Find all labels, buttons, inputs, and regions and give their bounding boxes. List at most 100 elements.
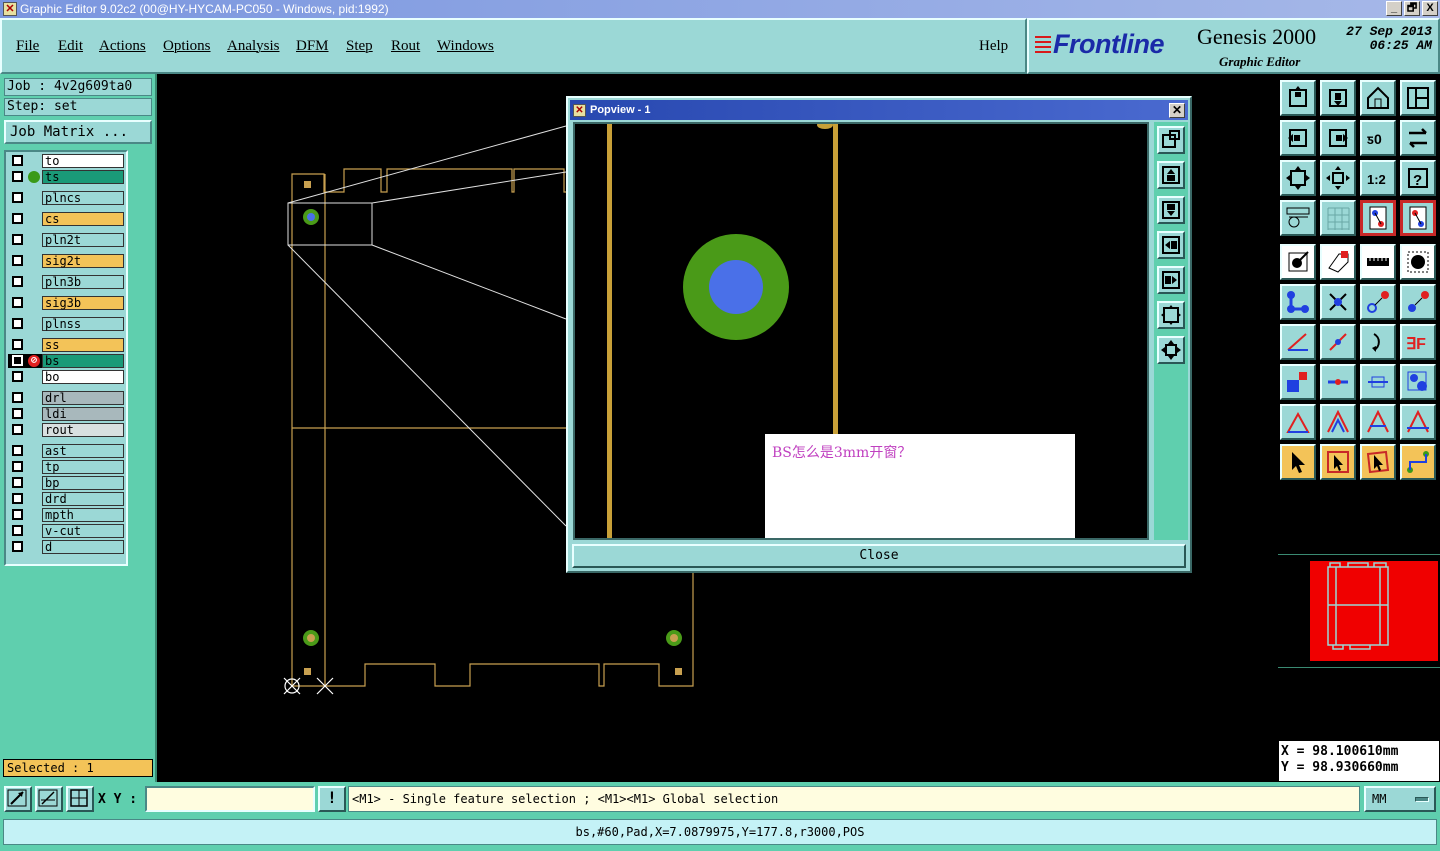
route-c-icon[interactable] — [1360, 404, 1396, 440]
restore-button[interactable]: 🗗 — [1404, 1, 1420, 16]
layer-name[interactable]: drd — [42, 492, 124, 506]
measure-mode-icon[interactable] — [35, 786, 63, 812]
layer-checkbox[interactable] — [12, 192, 23, 203]
layer-name[interactable]: ss — [42, 338, 124, 352]
layer-name[interactable]: rout — [42, 423, 124, 437]
layer-checkbox[interactable] — [12, 297, 23, 308]
home-icon[interactable] — [1360, 80, 1396, 116]
pad-edit-icon[interactable] — [1280, 364, 1316, 400]
add-pad-icon[interactable] — [1280, 244, 1316, 280]
one-to-two-icon[interactable]: 1:2 — [1360, 160, 1396, 196]
layer-row-v-cut[interactable]: v-cut — [8, 524, 124, 538]
layer-checkbox[interactable] — [12, 461, 23, 472]
select-net-icon[interactable] — [1400, 444, 1436, 480]
layer-list-scrollbar[interactable] — [128, 150, 152, 566]
connect-icon[interactable] — [1280, 284, 1316, 320]
popview-pan-right-icon[interactable] — [1157, 266, 1185, 294]
layer-row-mpth[interactable]: mpth — [8, 508, 124, 522]
layer-checkbox[interactable] — [12, 339, 23, 350]
layer-checkbox[interactable] — [12, 392, 23, 403]
layer-row-ts[interactable]: ts — [8, 170, 124, 184]
display-icon[interactable] — [1360, 200, 1396, 236]
layer-row-pln3b[interactable]: pln3b — [8, 275, 124, 289]
layer-name[interactable]: sig3b — [42, 296, 124, 310]
menu-analysis[interactable]: Analysis — [227, 38, 280, 55]
help-icon[interactable]: ? — [1400, 160, 1436, 196]
flip-icon[interactable]: ƽ0 — [1360, 120, 1396, 156]
layer-row-ss[interactable]: ss — [8, 338, 124, 352]
layer-name[interactable]: pln3b — [42, 275, 124, 289]
clipboard-icon[interactable] — [1280, 200, 1316, 236]
layer-name[interactable]: ldi — [42, 407, 124, 421]
layer-name[interactable]: cs — [42, 212, 124, 226]
popview-zoom-home-icon[interactable] — [1157, 301, 1185, 329]
popview-zoom-window-icon[interactable] — [1157, 126, 1185, 154]
cross-icon[interactable] — [1320, 284, 1356, 320]
menu-dfm[interactable]: DFM — [296, 38, 329, 55]
layer-checkbox[interactable] — [12, 541, 23, 552]
menu-step[interactable]: Step — [346, 38, 373, 55]
layer-name[interactable]: sig2t — [42, 254, 124, 268]
popview-pan-down-icon[interactable] — [1157, 196, 1185, 224]
layer-checkbox[interactable] — [12, 234, 23, 245]
split-view-icon[interactable] — [1400, 80, 1436, 116]
layer-name[interactable]: pln2t — [42, 233, 124, 247]
display-alt-icon[interactable] — [1400, 200, 1436, 236]
layer-checkbox[interactable] — [12, 525, 23, 536]
arc-icon[interactable] — [1360, 324, 1396, 360]
layer-name[interactable]: bs — [42, 354, 124, 368]
redo-icon[interactable] — [1320, 120, 1356, 156]
layer-checkbox[interactable] — [12, 255, 23, 266]
units-select[interactable]: MM — [1364, 786, 1436, 812]
layer-name[interactable]: plnss — [42, 317, 124, 331]
layer-row-tp[interactable]: tp — [8, 460, 124, 474]
layer-checkbox[interactable] — [12, 171, 23, 182]
menu-windows[interactable]: Windows — [437, 38, 494, 55]
pad-round-icon[interactable] — [1400, 244, 1436, 280]
layer-checkbox[interactable] — [12, 155, 23, 166]
layer-checkbox[interactable] — [12, 424, 23, 435]
layer-row-bp[interactable]: bp — [8, 476, 124, 490]
line-angle-icon[interactable] — [1280, 324, 1316, 360]
layer-row-d[interactable]: d — [8, 540, 124, 554]
select-box-icon[interactable] — [1320, 444, 1356, 480]
layer-checkbox[interactable] — [12, 276, 23, 287]
menu-rout[interactable]: Rout — [391, 38, 420, 55]
layer-name[interactable]: bo — [42, 370, 124, 384]
route-b-icon[interactable] — [1320, 404, 1356, 440]
layer-row-ast[interactable]: ast — [8, 444, 124, 458]
layer-checkbox[interactable] — [12, 477, 23, 488]
popview-title-bar[interactable]: ✕ Popview - 1 ✕ — [570, 100, 1188, 120]
layer-checkbox[interactable] — [12, 445, 23, 456]
layer-checkbox[interactable] — [12, 318, 23, 329]
overview-thumbnail[interactable] — [1278, 554, 1440, 668]
layer-name[interactable]: tp — [42, 460, 124, 474]
layer-name[interactable]: ts — [42, 170, 124, 184]
layer-row-sig2t[interactable]: sig2t — [8, 254, 124, 268]
layer-row-to[interactable]: to — [8, 154, 124, 168]
popview-canvas[interactable]: BS怎么是3mm开窗？ — [573, 122, 1149, 540]
layer-name[interactable]: d — [42, 540, 124, 554]
menu-file[interactable]: File — [16, 38, 39, 55]
zoom-fit-icon[interactable] — [1280, 160, 1316, 196]
route-d-icon[interactable] — [1400, 404, 1436, 440]
layer-row-ldi[interactable]: ldi — [8, 407, 124, 421]
grid-mode-icon[interactable] — [66, 786, 94, 812]
minimize-button[interactable]: _ — [1386, 1, 1402, 16]
mirror-icon[interactable] — [1360, 364, 1396, 400]
layer-checkbox[interactable] — [12, 493, 23, 504]
select-poly-icon[interactable] — [1360, 444, 1396, 480]
layer-row-drl[interactable]: drl — [8, 391, 124, 405]
zoom-center-icon[interactable] — [1320, 160, 1356, 196]
layer-row-bo[interactable]: bo — [8, 370, 124, 384]
layer-row-pln2t[interactable]: pln2t — [8, 233, 124, 247]
swap-icon[interactable] — [1400, 120, 1436, 156]
menu-options[interactable]: Options — [163, 38, 211, 55]
job-matrix-button[interactable]: Job Matrix ... — [4, 120, 152, 144]
popview-pan-left-icon[interactable] — [1157, 231, 1185, 259]
save-icon[interactable] — [1320, 80, 1356, 116]
select-icon[interactable] — [1280, 444, 1316, 480]
grid-icon[interactable] — [1320, 200, 1356, 236]
layer-name[interactable]: drl — [42, 391, 124, 405]
layer-name[interactable]: plncs — [42, 191, 124, 205]
